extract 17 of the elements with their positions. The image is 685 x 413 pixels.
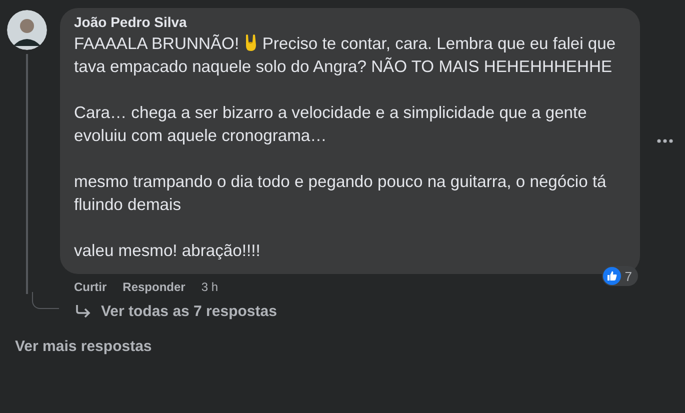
- comment-text: FAAAALA BRUNNÃO! Preciso te contar, cara. Lembra que eu falei que tava empacado naquele solo do Angra? NÃO TO MAIS HEHEHHHEHHE: [74, 33, 617, 78]
- reaction-badge[interactable]: 7: [602, 266, 638, 286]
- rock-hand-icon: [244, 34, 258, 52]
- thread-line: [32, 292, 59, 308]
- comment-action-link[interactable]: Responder: [122, 280, 186, 294]
- avatar[interactable]: [7, 10, 47, 50]
- timestamp: 3 h: [201, 280, 218, 294]
- author-name[interactable]: João Pedro Silva: [74, 14, 626, 30]
- more-options-icon[interactable]: [656, 138, 674, 144]
- thumbs-up-icon: [602, 267, 621, 285]
- view-replies-link[interactable]: Ver todas as 7 respostas: [101, 302, 277, 320]
- reply-arrow-icon: [75, 304, 91, 318]
- comment-text: mesmo trampando o dia todo e pegando pouco na guitarra, o negócio tá fluindo demais: [74, 171, 608, 216]
- comment-action-link[interactable]: Curtir: [74, 280, 107, 294]
- comment-text: valeu mesmo! abração!!!!: [74, 240, 262, 262]
- more-replies-link[interactable]: Ver mais respostas: [15, 338, 685, 355]
- comment-text: Cara… chega a ser bizarro a velocidade e a simplicidade que a gente evoluiu com aquele cronograma…: [74, 102, 588, 147]
